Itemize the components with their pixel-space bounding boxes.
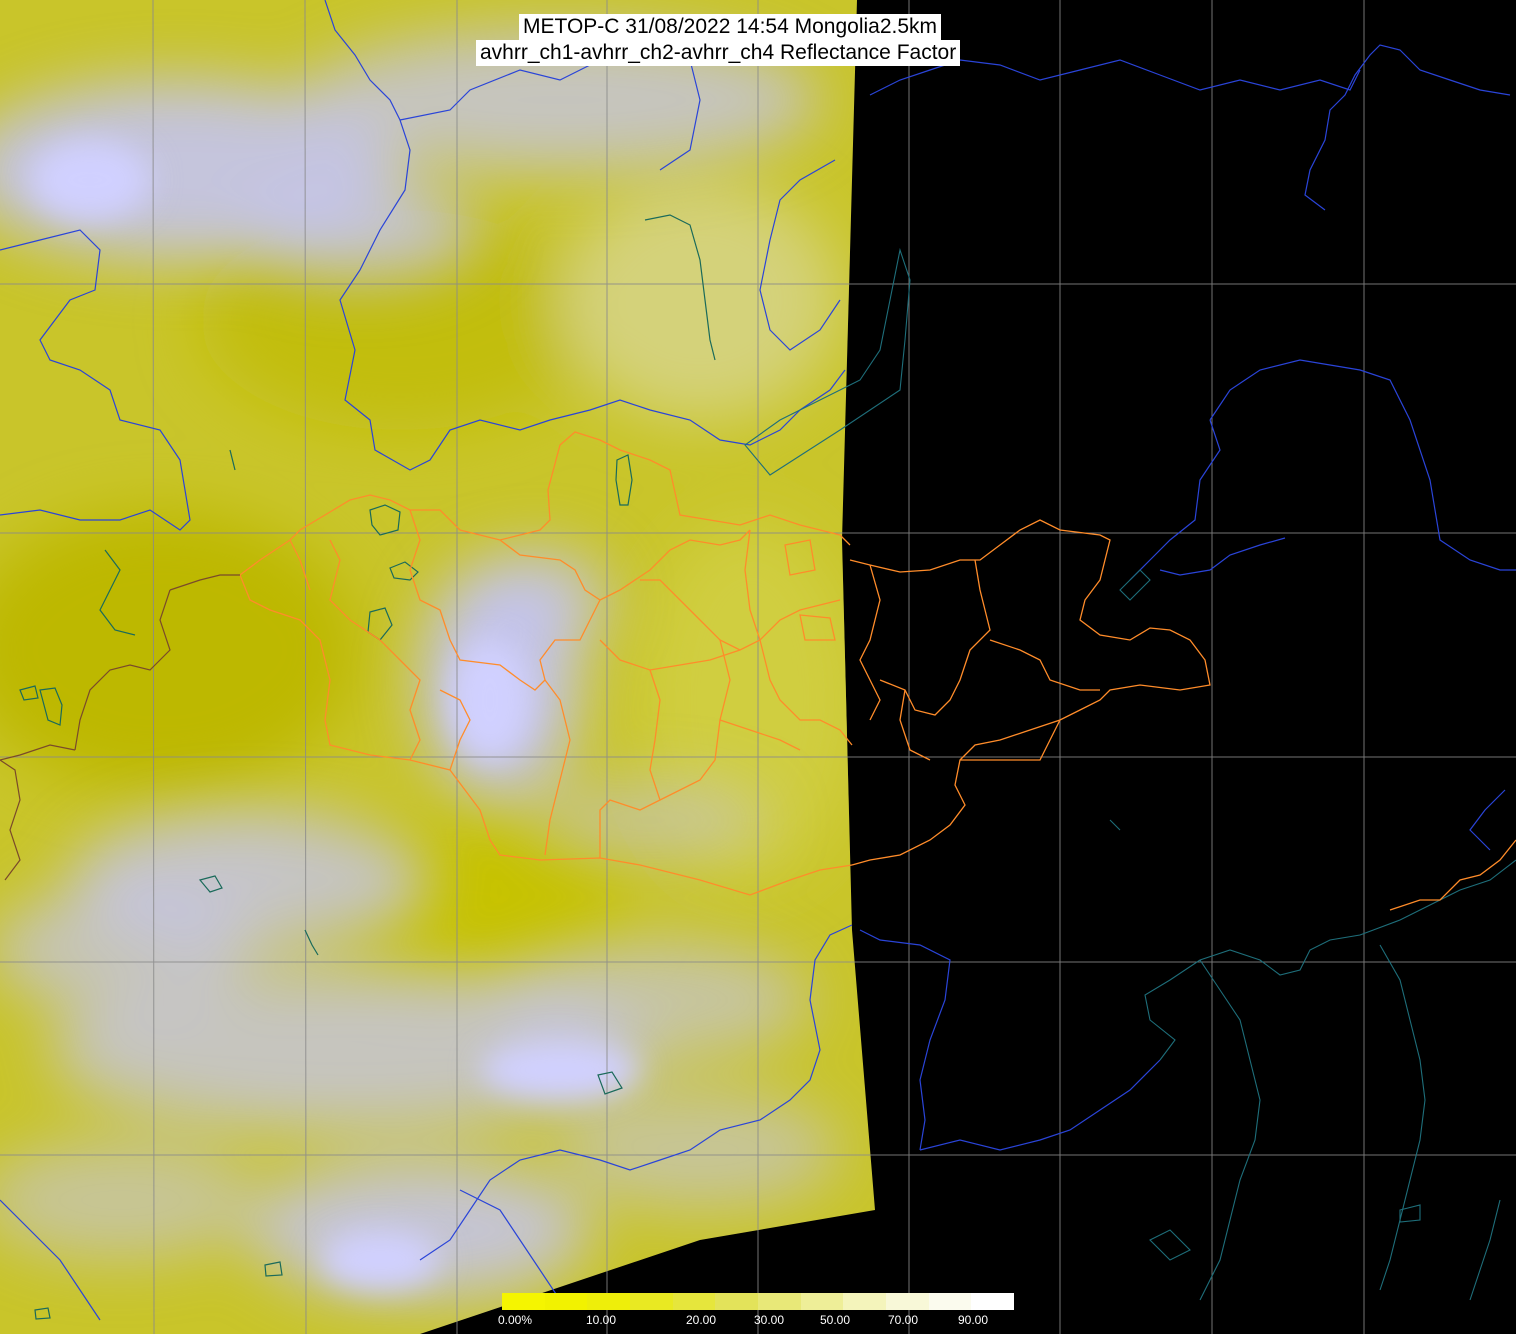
colorbar-segment [672, 1293, 716, 1310]
colorbar-segment [757, 1293, 801, 1310]
title-line-2: avhrr_ch1-avhrr_ch2-avhrr_ch4 Reflectanc… [476, 40, 961, 66]
colorbar-tick-label: 50.00 [820, 1313, 851, 1327]
title-line-1: METOP-C 31/08/2022 14:54 Mongolia2.5km [519, 14, 942, 40]
imagery-swath [0, 0, 875, 1334]
colorbar-segment [928, 1293, 972, 1310]
colorbar-tick-label: 90.00 [958, 1313, 989, 1327]
colorbar [502, 1293, 1014, 1310]
colorbar-segment [843, 1293, 886, 1310]
colorbar-tick-label: 10.00 [586, 1313, 617, 1327]
colorbar-segment [502, 1293, 545, 1310]
colorbar-segment [971, 1293, 1014, 1310]
colorbar-segment [587, 1293, 630, 1310]
colorbar-tick-label: 0.00% [498, 1313, 533, 1327]
colorbar-segment [544, 1293, 588, 1310]
colorbar-tick-label: 70.00 [888, 1313, 919, 1327]
satellite-map [0, 0, 1516, 1334]
colorbar-segment [800, 1293, 844, 1310]
colorbar-tick-label: 20.00 [686, 1313, 717, 1327]
colorbar-segment [629, 1293, 673, 1310]
colorbar-segment [715, 1293, 758, 1310]
colorbar-tick-label: 30.00 [754, 1313, 785, 1327]
colorbar-segment [885, 1293, 929, 1310]
